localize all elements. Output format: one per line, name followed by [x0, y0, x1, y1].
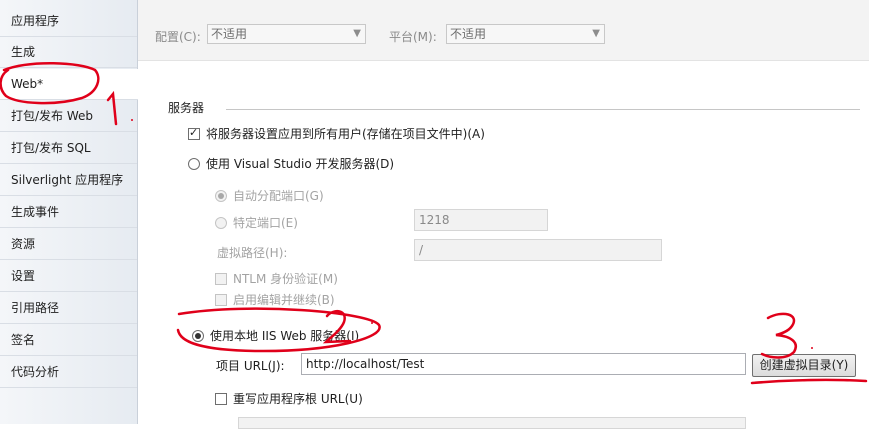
servers-group-title: 服务器 [168, 101, 205, 115]
sidebar-item-web[interactable]: Web* [0, 69, 138, 100]
project-properties-sidebar: 应用程序 生成 Web* 打包/发布 Web 打包/发布 SQL Silverl… [0, 0, 138, 424]
edit-continue-checkbox[interactable]: 启用编辑并继续(B) [215, 291, 335, 308]
checkbox-checked-icon [188, 126, 200, 140]
sidebar-item-package-publish-web[interactable]: 打包/发布 Web [0, 101, 137, 132]
specific-port-radio[interactable]: 特定端口(E) [215, 214, 298, 231]
sidebar-item-code-analysis[interactable]: 代码分析 [0, 357, 137, 388]
auto-port-label: 自动分配端口(G) [233, 189, 324, 203]
vs-dev-server-radio[interactable]: 使用 Visual Studio 开发服务器(D) [188, 155, 394, 172]
platform-label: 平台(M): [389, 30, 437, 44]
radio-checked-icon [192, 330, 204, 342]
sidebar-item-signing[interactable]: 签名 [0, 325, 137, 356]
web-properties-panel: 配置(C): 不适用 ▼ 平台(M): 不适用 ▼ 服务器 将服务器设置应用到所… [138, 0, 869, 429]
radio-icon [188, 158, 200, 170]
platform-dropdown-value: 不适用 [450, 27, 487, 41]
vs-dev-server-label: 使用 Visual Studio 开发服务器(D) [206, 157, 395, 171]
platform-dropdown[interactable]: 不适用 ▼ [446, 24, 605, 44]
sidebar-item-package-publish-sql[interactable]: 打包/发布 SQL [0, 133, 137, 164]
project-url-input[interactable]: http://localhost/Test [301, 353, 746, 375]
chevron-down-icon: ▼ [592, 28, 600, 39]
radio-icon [215, 217, 227, 229]
sidebar-item-resources[interactable]: 资源 [0, 229, 137, 260]
apply-all-users-checkbox[interactable]: 将服务器设置应用到所有用户(存储在项目文件中)(A) [188, 125, 485, 142]
ntlm-auth-label: NTLM 身份验证(M) [233, 272, 338, 286]
sidebar-item-settings[interactable]: 设置 [0, 261, 137, 292]
local-iis-label: 使用本地 IIS Web 服务器(I) [210, 329, 360, 343]
local-iis-radio[interactable]: 使用本地 IIS Web 服务器(I) [192, 327, 359, 344]
sidebar-item-reference-paths[interactable]: 引用路径 [0, 293, 137, 324]
checkbox-icon [215, 294, 227, 306]
config-label: 配置(C): [155, 30, 201, 44]
config-dropdown[interactable]: 不适用 ▼ [207, 24, 366, 44]
checkbox-icon [215, 393, 227, 405]
sidebar-item-build-events[interactable]: 生成事件 [0, 197, 137, 228]
override-root-url-checkbox[interactable]: 重写应用程序根 URL(U) [215, 390, 363, 407]
radio-checked-icon [215, 190, 227, 202]
sidebar-item-silverlight[interactable]: Silverlight 应用程序 [0, 165, 137, 196]
specific-port-label: 特定端口(E) [233, 216, 298, 230]
ntlm-auth-checkbox[interactable]: NTLM 身份验证(M) [215, 270, 338, 287]
configuration-bar: 配置(C): 不适用 ▼ 平台(M): 不适用 ▼ [138, 0, 869, 61]
project-url-label: 项目 URL(J): [216, 359, 285, 373]
specific-port-input[interactable]: 1218 [414, 209, 548, 231]
override-root-url-label: 重写应用程序根 URL(U) [233, 392, 363, 406]
create-virtual-directory-button[interactable]: 创建虚拟目录(Y) [752, 354, 856, 377]
chevron-down-icon: ▼ [353, 28, 361, 39]
checkbox-icon [215, 273, 227, 285]
virtual-path-label: 虚拟路径(H): [217, 246, 288, 260]
group-divider [226, 109, 860, 110]
sidebar-item-build[interactable]: 生成 [0, 37, 137, 68]
edit-continue-label: 启用编辑并继续(B) [233, 293, 335, 307]
virtual-path-input[interactable]: / [414, 239, 662, 261]
root-url-input[interactable] [238, 417, 746, 429]
config-dropdown-value: 不适用 [211, 27, 248, 41]
sidebar-item-application[interactable]: 应用程序 [0, 6, 137, 37]
apply-all-users-label: 将服务器设置应用到所有用户(存储在项目文件中)(A) [206, 127, 485, 141]
auto-port-radio[interactable]: 自动分配端口(G) [215, 187, 324, 204]
